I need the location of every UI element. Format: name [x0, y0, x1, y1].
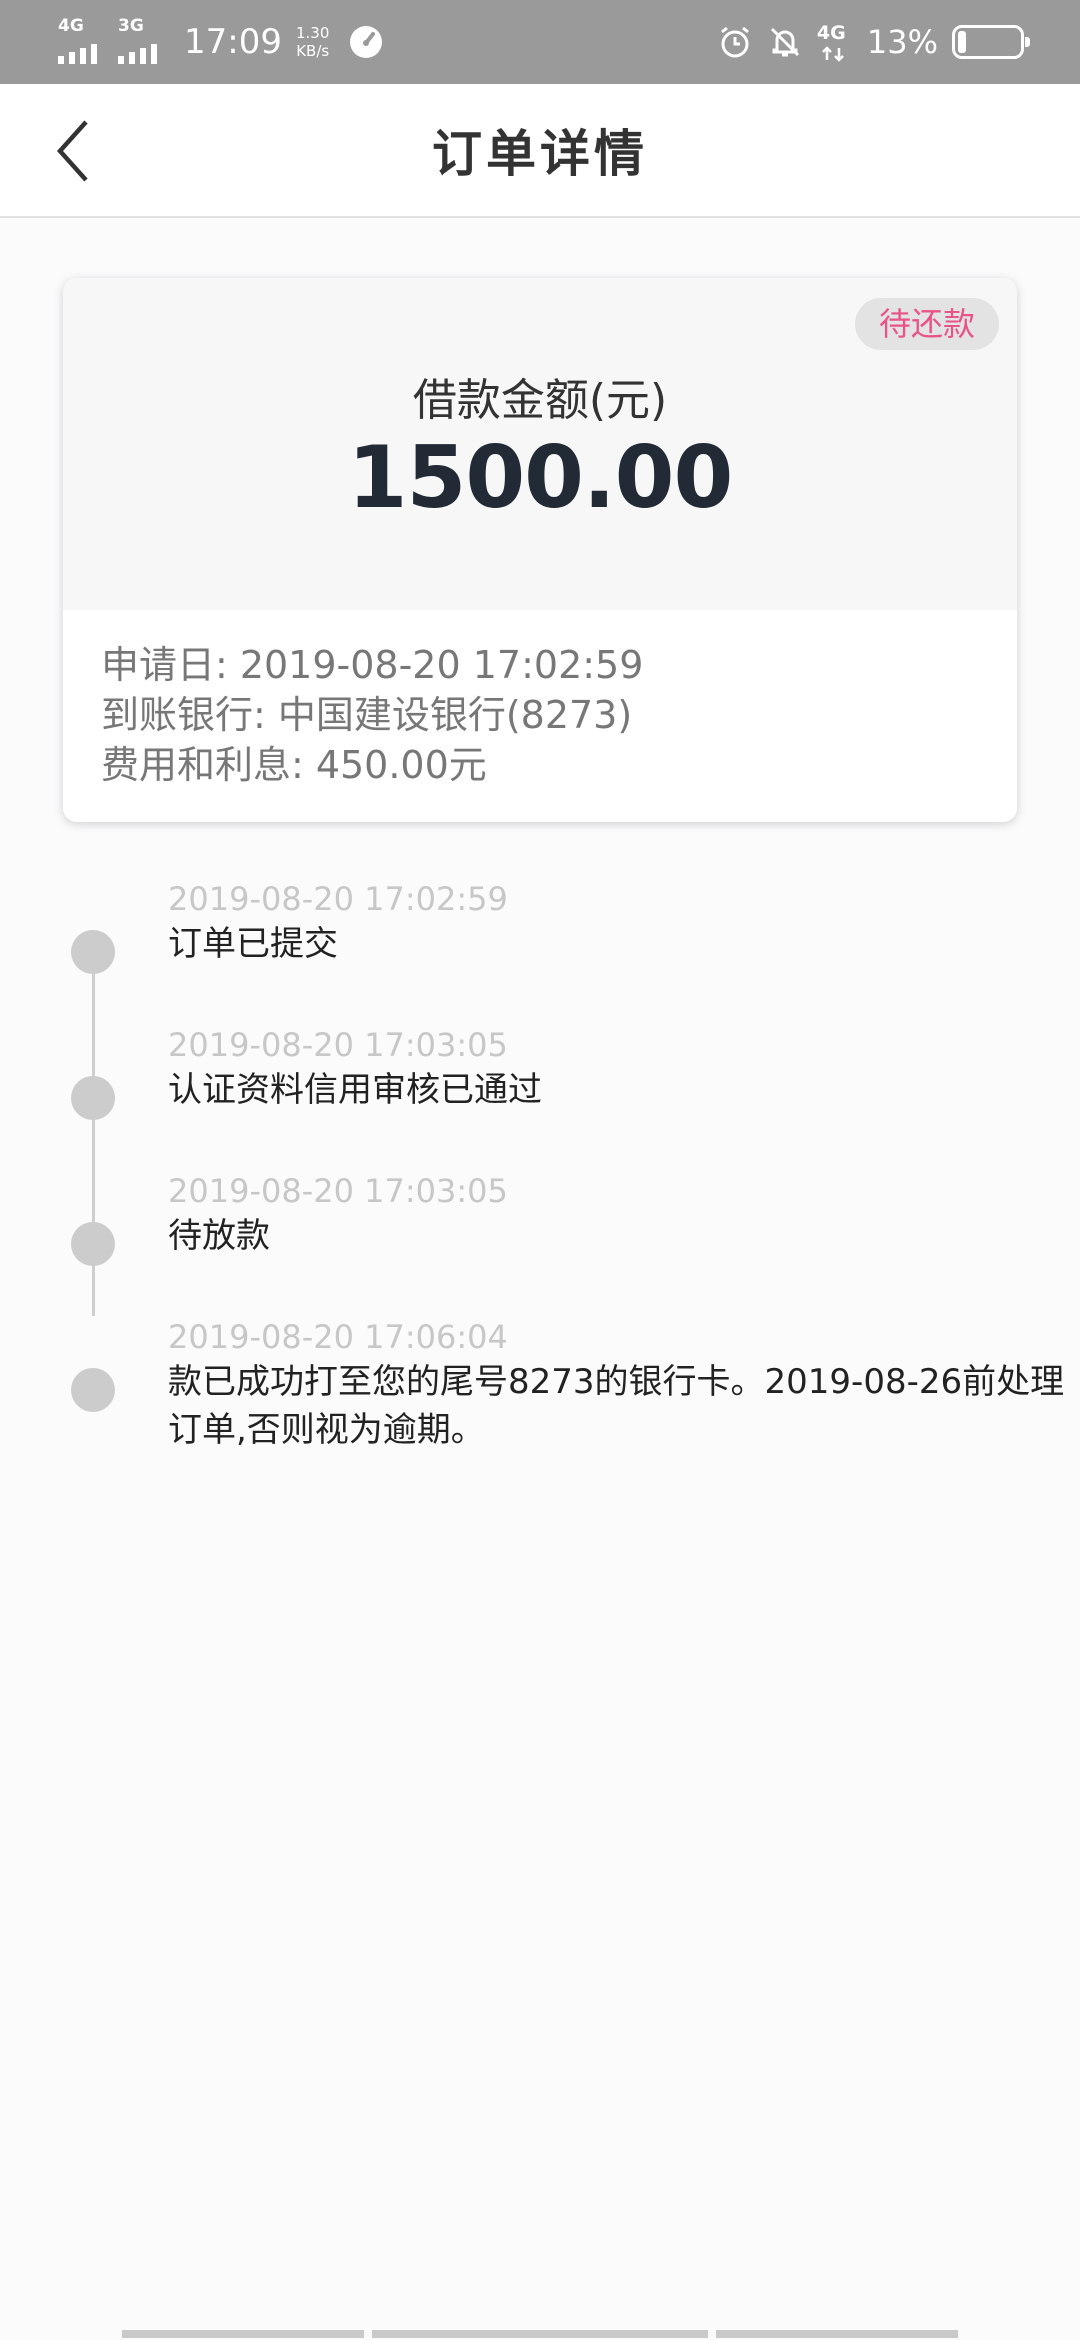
status-time: 17:09	[184, 22, 282, 62]
signal-4g-icon: 4G	[58, 14, 110, 70]
timeline-dot	[71, 1076, 115, 1120]
speedometer-icon	[350, 26, 383, 58]
bottom-tab-bar	[0, 2326, 1080, 2340]
timeline-time: 2019-08-20 17:03:05	[168, 1172, 508, 1210]
timeline-dot	[71, 930, 115, 974]
status-right: 4G 13%	[717, 14, 1030, 70]
network-label-3g: 3G	[118, 16, 144, 36]
apply-date-row: 申请日: 2019-08-20 17:02:59	[101, 634, 643, 689]
bell-muted-icon	[770, 27, 799, 57]
mobile-data-icon: 4G	[817, 22, 853, 62]
bottom-tab-2[interactable]	[372, 2330, 708, 2338]
nav-bar: 订单详情	[0, 84, 1080, 218]
page-title: 订单详情	[432, 125, 648, 183]
apply-date-label: 申请日:	[101, 643, 228, 687]
battery-icon	[952, 25, 1030, 59]
network-speed-value: 1.30	[295, 24, 330, 42]
fee-label: 费用和利息:	[101, 743, 304, 787]
bank-value: 中国建设银行(8273)	[277, 693, 633, 737]
alarm-icon	[720, 26, 749, 58]
timeline-dot	[71, 1368, 115, 1412]
status-bar: 4G 3G 17:09 1.30 KB/s 4G 13%	[0, 0, 1080, 84]
timeline-text: 款已成功打至您的尾号8273的银行卡。2019-08-26前处理订单,否则视为逾…	[168, 1362, 1065, 1450]
bank-row: 到账银行: 中国建设银行(8273)	[101, 684, 632, 739]
network-label-data: 4G	[816, 22, 846, 44]
fee-value: 450.00元	[315, 743, 487, 787]
apply-date-value: 2019-08-20 17:02:59	[239, 643, 644, 687]
timeline-dot	[71, 1222, 115, 1266]
signal-3g-icon: 3G	[118, 14, 170, 70]
network-label-4g: 4G	[58, 16, 84, 36]
timeline-text: 认证资料信用审核已通过	[168, 1070, 542, 1110]
fee-row: 费用和利息: 450.00元	[101, 734, 487, 789]
bank-label: 到账银行:	[101, 693, 266, 737]
loan-amount-label: 借款金额(元)	[412, 375, 668, 426]
order-summary-card: 待还款 借款金额(元) 1500.00 申请日: 2019-08-20 17:02…	[63, 278, 1017, 822]
bottom-tab-1[interactable]	[122, 2330, 364, 2338]
amount-section: 待还款 借款金额(元) 1500.00	[63, 278, 1017, 610]
loan-amount-value: 1500.00	[347, 428, 734, 528]
timeline-time: 2019-08-20 17:02:59	[168, 880, 508, 918]
timeline-time: 2019-08-20 17:03:05	[168, 1026, 508, 1064]
status-left: 4G 3G 17:09 1.30 KB/s	[58, 14, 383, 70]
timeline-text: 待放款	[168, 1216, 270, 1256]
status-badge: 待还款	[855, 298, 999, 350]
bottom-tab-3[interactable]	[716, 2330, 958, 2338]
order-info-section: 申请日: 2019-08-20 17:02:59 到账银行: 中国建设银行(8273…	[63, 610, 1017, 822]
network-speed-unit: KB/s	[296, 42, 330, 60]
timeline-text: 订单已提交	[168, 924, 338, 964]
timeline-time: 2019-08-20 17:06:04	[168, 1318, 508, 1356]
battery-percent: 13%	[866, 23, 938, 61]
network-speed: 1.30 KB/s	[296, 24, 329, 60]
